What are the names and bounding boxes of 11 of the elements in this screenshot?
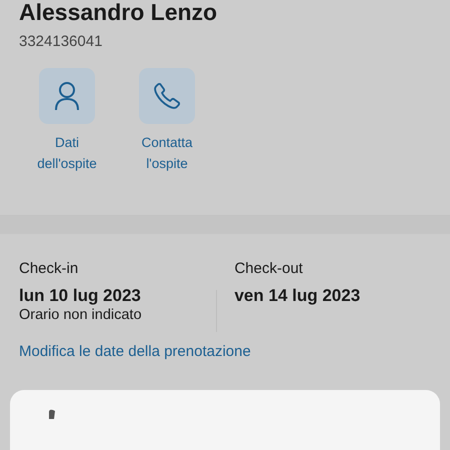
checkin-date: lun 10 lug 2023 [19,286,142,306]
checkout-label: Check-out [234,260,304,277]
person-icon [54,81,80,111]
edit-dates-link[interactable]: Modifica le date della prenotazione [19,343,251,360]
checkin-time-note: Orario non indicato [19,307,143,323]
guest-phone: 3324136041 [19,33,104,50]
guest-name: Alessandro Lenzo [19,0,218,24]
checkin-label: Check-in [19,260,80,277]
action-button[interactable]: Contatta l'ospite [125,68,209,174]
action-button[interactable]: Dati dell'ospite [25,68,109,174]
checkout-date: ven 14 lug 2023 [234,286,362,306]
